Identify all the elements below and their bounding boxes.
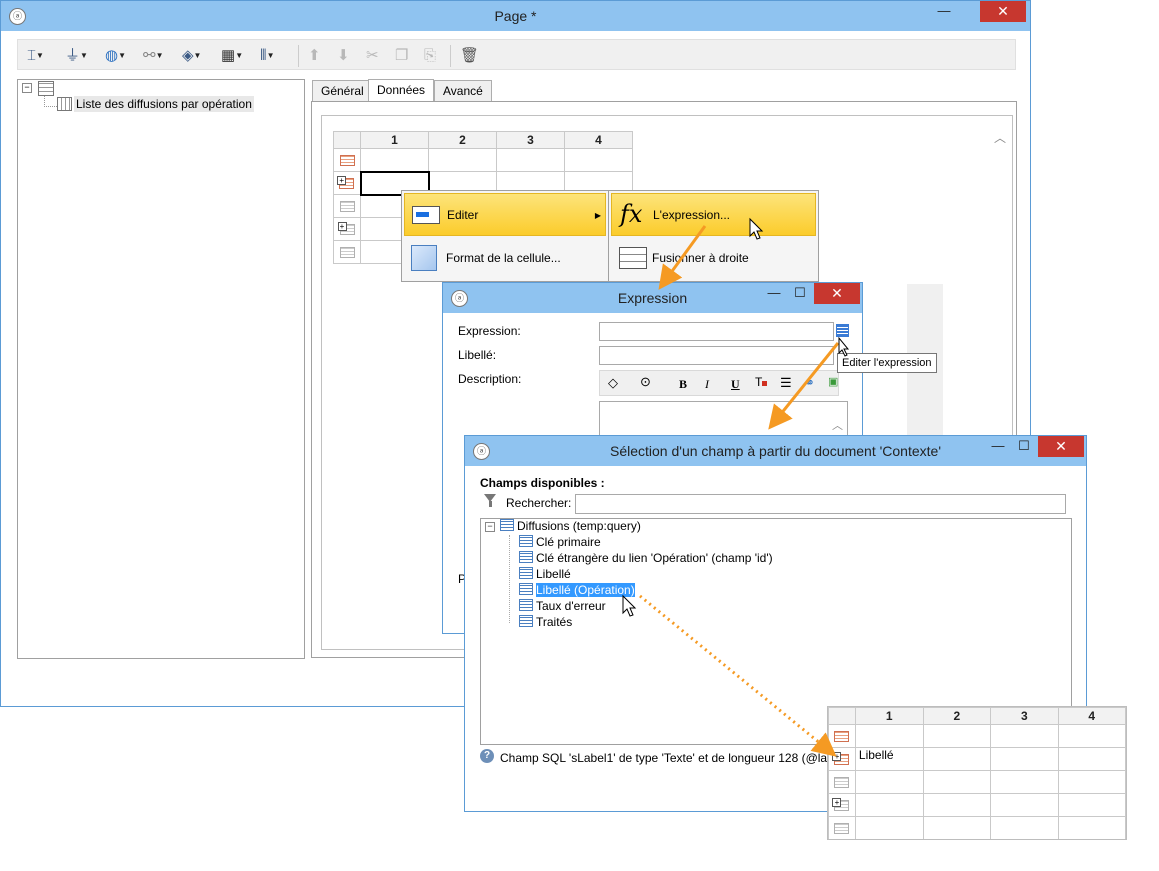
- arrow-tooltip-to-selection: [768, 342, 840, 430]
- mouse-cursor-icon: [838, 336, 850, 357]
- mouse-cursor-icon: [622, 594, 637, 617]
- arrow-field-to-grid: [639, 594, 837, 757]
- arrow-menu-to-expression: [658, 225, 707, 290]
- mouse-cursor-icon: [749, 217, 764, 240]
- annotation-overlay: [622, 217, 850, 757]
